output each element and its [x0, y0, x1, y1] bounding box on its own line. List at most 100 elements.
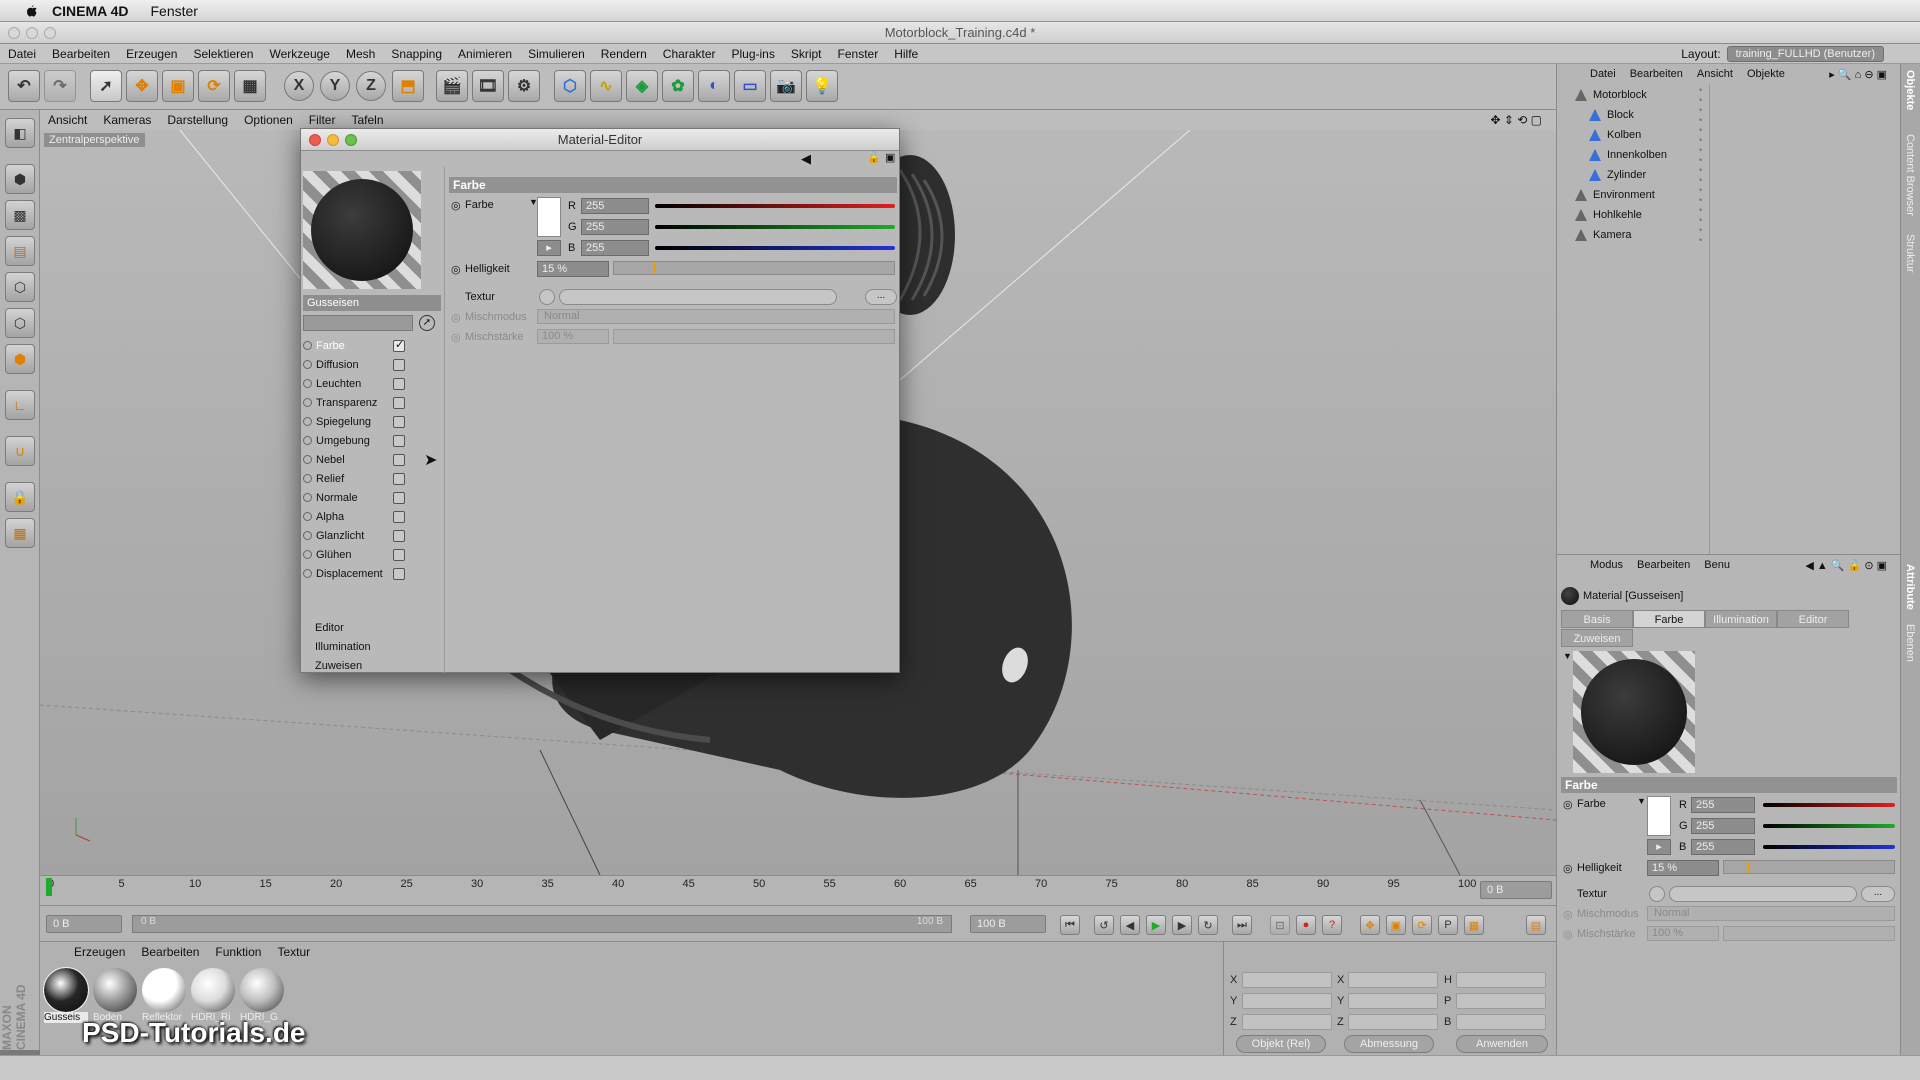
previous-frame-icon[interactable]: ◀ [1120, 915, 1140, 935]
channel-radio-icon[interactable] [303, 550, 312, 559]
menu-animieren[interactable]: Animieren [450, 47, 520, 61]
channel-radio-icon[interactable] [303, 455, 312, 464]
material-editor-pick-icon[interactable]: ➚ [419, 315, 435, 331]
recent-tools-icon[interactable]: ▦ [234, 70, 266, 102]
axis-mode-icon[interactable]: ∟ [5, 390, 35, 420]
coord-size-x-field[interactable] [1348, 972, 1438, 988]
material-thumbnail[interactable] [43, 967, 89, 1013]
me-color-picker-toggle[interactable]: ▸ [537, 240, 561, 256]
me-r-slider[interactable] [655, 204, 895, 208]
next-key-icon[interactable]: ↻ [1198, 915, 1218, 935]
layout-dropdown[interactable]: training_FULLHD (Benutzer) [1726, 46, 1884, 62]
channel-alpha[interactable]: Alpha [303, 508, 443, 525]
viewport-menu-kameras[interactable]: Kameras [95, 113, 159, 127]
object-row-motorblock[interactable]: Motorblock • • [1567, 85, 1897, 105]
record-icon[interactable]: ● [1296, 915, 1316, 935]
channel-glühen[interactable]: Glühen [303, 546, 443, 563]
tab-struktur[interactable]: Struktur [1904, 234, 1916, 273]
material-editor-close-button[interactable] [309, 134, 321, 146]
mac-menu-window[interactable]: Fenster [151, 3, 198, 19]
menu-werkzeuge[interactable]: Werkzeuge [261, 47, 337, 61]
attr-tab-illumination[interactable]: Illumination [1705, 610, 1777, 628]
material-editor-newwindow-icon[interactable]: ▣ [885, 151, 895, 164]
object-menu-bearbeiten[interactable]: Bearbeiten [1623, 68, 1690, 80]
coord-pos-z-field[interactable] [1242, 1014, 1332, 1030]
attr-menu-modus[interactable]: Modus [1583, 559, 1630, 571]
channel-radio-icon[interactable] [303, 474, 312, 483]
channel-checkbox[interactable] [393, 510, 405, 523]
timeline-ruler[interactable]: 0510152025303540455055606570758085909510… [40, 875, 1556, 905]
timeline-playhead[interactable] [46, 878, 52, 896]
next-frame-icon[interactable]: ▶ [1172, 915, 1192, 935]
tab-objekte[interactable]: Objekte [1904, 70, 1916, 110]
channel-illumination[interactable]: Illumination [303, 638, 443, 655]
undo-icon[interactable]: ↶ [8, 70, 40, 102]
channel-umgebung[interactable]: Umgebung [303, 432, 443, 449]
channel-normale[interactable]: Normale [303, 489, 443, 506]
attr-b-field[interactable]: 255 [1691, 839, 1755, 855]
me-helligkeit-radio-icon[interactable]: ◎ [451, 263, 461, 276]
material-menu-erzeugen[interactable]: Erzeugen [66, 945, 133, 959]
channel-radio-icon[interactable] [303, 436, 312, 445]
array-generator-icon[interactable]: ✿ [662, 70, 694, 102]
window-close-button[interactable] [8, 27, 20, 39]
object-visibility-dots-icon[interactable]: • • [1699, 105, 1702, 125]
channel-checkbox[interactable] [393, 567, 405, 580]
channel-transparenz[interactable]: Transparenz [303, 394, 443, 411]
menu-rendern[interactable]: Rendern [593, 47, 655, 61]
attr-material-preview[interactable] [1573, 651, 1695, 773]
channel-farbe[interactable]: Farbe ✓ [303, 337, 443, 354]
attr-g-slider[interactable] [1763, 824, 1895, 828]
material-thumbnail[interactable] [240, 968, 284, 1012]
material-menu-bearbeiten[interactable]: Bearbeiten [133, 945, 207, 959]
object-row-block[interactable]: Block • • [1567, 105, 1897, 125]
coord-size-mode-dropdown[interactable]: Abmessung [1344, 1035, 1434, 1053]
me-textur-more-button[interactable]: ... [865, 289, 897, 305]
menu-plugins[interactable]: Plug-ins [723, 47, 782, 61]
material-editor-titlebar[interactable]: Material-Editor [301, 129, 899, 151]
object-visibility-dots-icon[interactable]: • • [1699, 185, 1702, 205]
workplane-icon[interactable]: ▤ [5, 236, 35, 266]
go-to-end-icon[interactable]: ⏭ [1232, 915, 1252, 935]
render-settings-icon[interactable]: ⚙ [508, 70, 540, 102]
attr-tab-farbe[interactable]: Farbe [1633, 610, 1705, 628]
channel-checkbox[interactable] [393, 358, 405, 371]
object-row-zylinder[interactable]: Zylinder • • [1567, 165, 1897, 185]
channel-diffusion[interactable]: Diffusion [303, 356, 443, 373]
attr-mischmodus-dropdown[interactable]: Normal [1647, 906, 1895, 921]
redo-icon[interactable]: ↷ [44, 70, 76, 102]
attr-menu-bearbeiten[interactable]: Bearbeiten [1630, 559, 1697, 571]
attr-b-slider[interactable] [1763, 845, 1895, 849]
attr-g-field[interactable]: 255 [1691, 818, 1755, 834]
me-color-swatch[interactable] [537, 197, 561, 237]
object-menu-ansicht[interactable]: Ansicht [1690, 68, 1740, 80]
attr-helligkeit-radio-icon[interactable]: ◎ [1563, 862, 1573, 875]
viewport-nav-icons[interactable]: ✥ ⇕ ⟲ ▢ [1482, 113, 1550, 127]
object-visibility-dots-icon[interactable]: • • [1699, 145, 1702, 165]
go-to-start-icon[interactable]: ⏮ [1060, 915, 1080, 935]
render-picture-viewer-icon[interactable]: 🎞 [472, 70, 504, 102]
attr-mischstaerke-slider[interactable] [1723, 926, 1895, 941]
object-visibility-dots-icon[interactable]: • • [1699, 165, 1702, 185]
texture-mode-icon[interactable]: ▩ [5, 200, 35, 230]
locked-workplane-icon[interactable]: 🔒 [5, 482, 35, 512]
key-position-icon[interactable]: ✥ [1360, 915, 1380, 935]
coord-size-z-field[interactable] [1348, 1014, 1438, 1030]
autokey-icon[interactable]: ? [1322, 915, 1342, 935]
menu-simulieren[interactable]: Simulieren [520, 47, 593, 61]
material-editor-zoom-button[interactable] [345, 134, 357, 146]
attr-textur-toggle[interactable] [1649, 886, 1665, 902]
channel-checkbox[interactable] [393, 453, 405, 466]
menu-erzeugen[interactable]: Erzeugen [118, 47, 185, 61]
attr-tab-editor[interactable]: Editor [1777, 610, 1849, 628]
me-g-slider[interactable] [655, 225, 895, 229]
tab-attribute[interactable]: Attribute [1904, 564, 1916, 610]
coord-rot-p-field[interactable] [1456, 993, 1546, 1009]
window-minimize-button[interactable] [26, 27, 38, 39]
attr-helligkeit-field[interactable]: 15 % [1647, 860, 1719, 876]
me-helligkeit-field[interactable]: 15 % [537, 261, 609, 277]
viewport-menu-tafeln[interactable]: Tafeln [343, 113, 391, 127]
channel-checkbox[interactable]: ✓ [393, 339, 405, 352]
me-r-field[interactable]: 255 [581, 198, 649, 214]
object-visibility-dots-icon[interactable]: • • [1699, 85, 1702, 105]
